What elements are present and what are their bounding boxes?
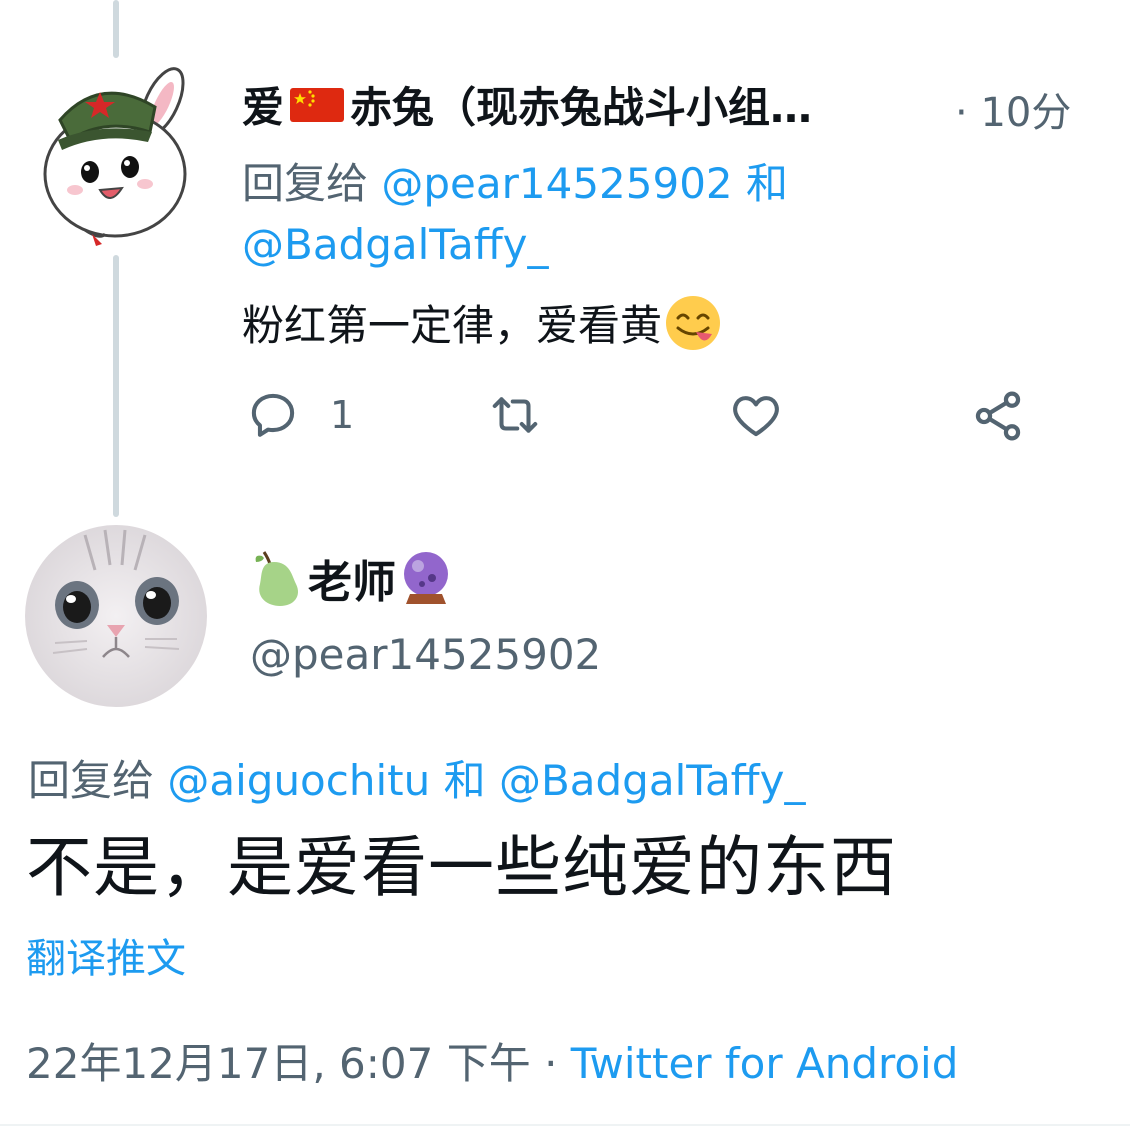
reply-time-row: · 10分	[955, 80, 1071, 138]
reply-count: 1	[330, 393, 355, 437]
reply-tweet-text: 粉红第一定律，爱看黄	[242, 301, 663, 350]
bottom-divider	[0, 1124, 1130, 1126]
reply-action-like[interactable]	[728, 388, 784, 442]
reply-time-separator: ·	[955, 90, 968, 136]
china-flag-icon	[288, 84, 346, 124]
reply-display-name[interactable]: 爱	[242, 76, 284, 132]
tweet-meta: 22年12月17日, 6:07 下午 · Twitter for Android	[26, 1030, 958, 1091]
reply-mention-and: 和	[746, 159, 789, 208]
reply-avatar[interactable]	[30, 62, 200, 252]
face-savoring-food-emoji	[664, 294, 722, 352]
share-icon	[970, 388, 1026, 444]
main-replying-prefix: 回复给	[28, 756, 155, 805]
main-mention-1[interactable]: @aiguochitu	[167, 756, 430, 805]
reply-mention-1[interactable]: @pear14525902	[381, 159, 732, 208]
reply-tweet-text-row: 粉红第一定律，爱看黄	[242, 292, 722, 353]
main-display-name[interactable]: 老师	[308, 548, 396, 608]
pear-emoji	[250, 548, 306, 608]
retweet-icon	[485, 388, 545, 442]
thread-line-top	[113, 0, 119, 58]
reply-action-comment[interactable]: 1	[246, 388, 354, 442]
reply-action-retweet[interactable]	[485, 388, 545, 442]
comment-icon	[246, 388, 300, 442]
tweet-source[interactable]: Twitter for Android	[571, 1039, 959, 1088]
reply-time[interactable]: 10分	[980, 90, 1071, 136]
main-replying-to: 回复给 @aiguochitu 和 @BadgalTaffy_	[28, 747, 805, 808]
main-handle[interactable]: @pear14525902	[250, 630, 601, 679]
main-tweet-text: 不是，是爱看一些纯爱的东西	[26, 829, 897, 906]
main-mention-and: 和	[443, 756, 486, 805]
translate-tweet-link[interactable]: 翻译推文	[26, 926, 186, 984]
crystal-ball-emoji	[396, 548, 456, 608]
reply-replying-to-line1: 回复给 @pear14525902 和	[242, 150, 788, 211]
tweet-meta-separator: ·	[544, 1039, 558, 1088]
reply-display-name-rest[interactable]: 赤兔（现赤兔战斗小组…	[350, 76, 812, 132]
thread-line-bottom	[113, 255, 119, 517]
main-avatar[interactable]	[25, 525, 207, 707]
reply-name-row: 爱 赤兔（现赤兔战斗小组…	[242, 76, 892, 132]
tweet-timestamp[interactable]: 22年12月17日, 6:07 下午	[26, 1039, 531, 1088]
reply-replying-prefix: 回复给	[242, 159, 369, 208]
main-mention-2[interactable]: @BadgalTaffy_	[499, 756, 806, 805]
rabbit-avatar-icon	[43, 67, 187, 246]
reply-action-share[interactable]	[970, 388, 1026, 444]
cat-avatar-icon	[25, 525, 207, 707]
heart-icon	[728, 388, 784, 442]
main-name-row: 老师	[250, 548, 456, 608]
reply-mention-2[interactable]: @BadgalTaffy_	[242, 220, 549, 269]
